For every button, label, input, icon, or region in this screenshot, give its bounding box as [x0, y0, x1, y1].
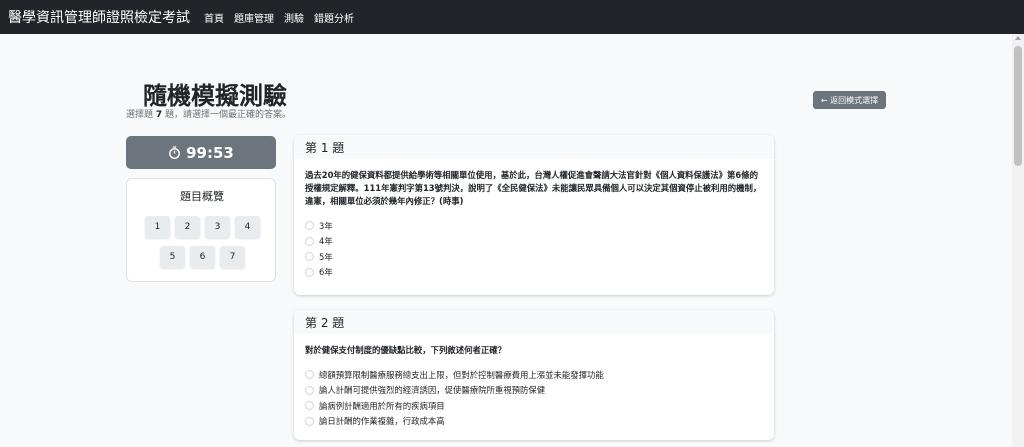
option-label: 4年 [319, 236, 333, 247]
overview-question-button[interactable]: 1 [145, 216, 170, 238]
radio-button[interactable] [305, 252, 314, 262]
page-scrollbar[interactable] [1012, 34, 1024, 447]
overview-question-button[interactable]: 5 [160, 246, 185, 268]
answer-option[interactable]: 5年 [305, 249, 763, 265]
scroll-up-arrow-icon[interactable] [1015, 36, 1021, 40]
radio-button[interactable] [305, 370, 314, 380]
radio-button[interactable] [305, 236, 314, 246]
question-card-2: 第 2 題 對於健保支付制度的優缺點比較，下列敘述何者正確？ 總額預算限制醫療服… [294, 310, 774, 440]
stopwatch-icon [169, 146, 181, 159]
scroll-thumb[interactable] [1014, 46, 1022, 166]
answer-option[interactable]: 論日計酬的作業複雜，行政成本高 [305, 414, 763, 430]
page-subtitle: 選擇題 7 題，請選擇一個最正確的答案。 [126, 107, 291, 120]
option-label: 3年 [319, 220, 333, 231]
nav-link-home[interactable]: 首頁 [204, 10, 224, 25]
timer-value: 99:53 [186, 143, 234, 162]
overview-title: 題目概覽 [180, 190, 224, 203]
brand[interactable]: 醫學資訊管理師證照檢定考試 [8, 7, 190, 27]
option-label: 論日計酬的作業複雜，行政成本高 [319, 416, 445, 427]
question-text: 過去20年的健保資料都提供給學術等相關單位使用，基於此，台灣人權促進會聲請大法官… [305, 170, 762, 206]
radio-button[interactable] [305, 416, 314, 426]
page-title: 隨機模擬測驗 [143, 82, 287, 110]
overview-question-button[interactable]: 7 [220, 246, 245, 268]
answer-option[interactable]: 4年 [305, 234, 763, 250]
subtitle-suffix: 題，請選擇一個最正確的答案。 [162, 110, 292, 120]
navbar: 醫學資訊管理師證照檢定考試 首頁 題庫管理 測驗 錯題分析 [0, 0, 1024, 34]
radio-button[interactable] [305, 267, 314, 277]
overview-question-button[interactable]: 2 [175, 216, 200, 238]
question-card-1: 第 1 題 過去20年的健保資料都提供給學術等相關單位使用，基於此，台灣人權促進… [294, 135, 774, 295]
answer-option[interactable]: 論病例計酬適用於所有的疾病項目 [305, 398, 763, 414]
overview-question-button[interactable]: 4 [235, 216, 260, 238]
options-list: 總額預算限制醫療服務總支出上限，但對於控制醫療費用上漲並未能發揮功能 論人計酬可… [305, 367, 763, 429]
option-label: 總額預算限制醫療服務總支出上限，但對於控制醫療費用上漲並未能發揮功能 [319, 369, 604, 380]
radio-button[interactable] [305, 401, 314, 411]
back-to-mode-button[interactable]: ← 返回模式選擇 [813, 91, 886, 109]
radio-button[interactable] [305, 385, 314, 395]
answer-option[interactable]: 總額預算限制醫療服務總支出上限，但對於控制醫療費用上漲並未能發揮功能 [305, 367, 763, 383]
question-header: 第 1 題 [294, 135, 774, 159]
option-label: 6年 [319, 267, 333, 278]
answer-option[interactable]: 論人計酬可提供強烈的經濟誘因，促使醫療院所重視預防保健 [305, 383, 763, 399]
question-header: 第 2 題 [294, 310, 774, 334]
options-list: 3年 4年 5年 6年 [305, 218, 763, 280]
answer-option[interactable]: 6年 [305, 265, 763, 281]
option-label: 論人計酬可提供強烈的經濟誘因，促使醫療院所重視預防保健 [319, 385, 546, 396]
nav-link-quiz[interactable]: 測驗 [284, 10, 304, 25]
subtitle-prefix: 選擇題 [126, 110, 156, 120]
option-label: 5年 [319, 251, 333, 262]
nav-link-question-bank[interactable]: 題庫管理 [234, 10, 274, 25]
overview-question-button[interactable]: 6 [190, 246, 215, 268]
timer: 99:53 [126, 136, 276, 169]
option-label: 論病例計酬適用於所有的疾病項目 [319, 400, 445, 411]
answer-option[interactable]: 3年 [305, 218, 763, 234]
radio-button[interactable] [305, 221, 314, 231]
question-overview-panel: 題目概覽 1 2 3 4 5 6 7 [126, 178, 276, 282]
nav-link-error-analysis[interactable]: 錯題分析 [314, 10, 354, 25]
question-text: 對於健保支付制度的優缺點比較，下列敘述何者正確？ [305, 345, 506, 355]
overview-question-button[interactable]: 3 [205, 216, 230, 238]
